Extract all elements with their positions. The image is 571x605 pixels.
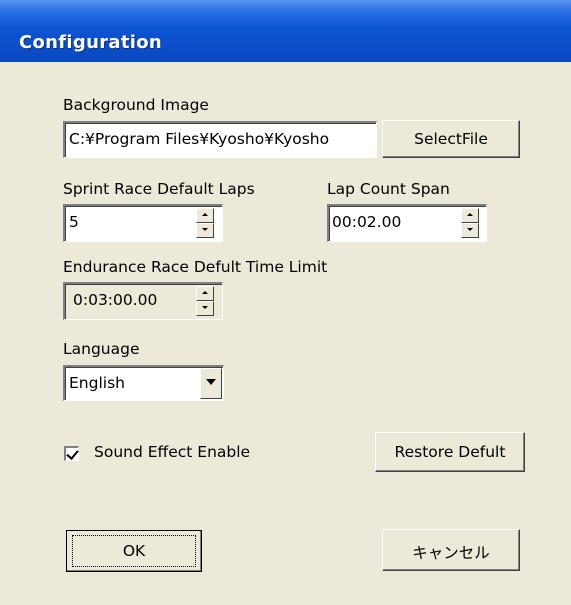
select-file-button-label: SelectFile [414,130,488,148]
ok-button[interactable]: OK [66,530,202,572]
language-label: Language [63,340,140,358]
arrow-up-icon [467,213,473,216]
lap-count-span-up-button[interactable] [461,208,479,223]
cancel-button-label: キャンセル [412,544,490,562]
arrow-down-icon [467,228,473,231]
sprint-laps-label: Sprint Race Default Laps [63,180,255,198]
lap-count-span-down-button[interactable] [461,223,479,238]
arrow-down-icon [202,306,208,309]
arrow-up-icon [202,291,208,294]
endurance-time-label: Endurance Race Defult Time Limit [63,258,328,276]
sprint-laps-spinner[interactable] [196,208,214,238]
sound-effect-label[interactable]: Sound Effect Enable [94,443,250,461]
sprint-laps-up-button[interactable] [196,208,214,223]
endurance-time-value: 0:03:00.00 [73,291,158,309]
language-dropdown-button[interactable] [200,368,222,399]
restore-default-button-label: Restore Defult [394,443,506,461]
sound-effect-checkbox[interactable] [64,446,79,461]
background-image-path-value: C:¥Program Files¥Kyosho¥Kyosho [69,130,330,148]
chevron-down-icon [206,379,216,385]
lap-count-span-label: Lap Count Span [327,180,450,198]
cancel-button[interactable]: キャンセル [382,529,520,571]
arrow-up-icon [202,213,208,216]
title-bar[interactable]: Configuration [0,0,571,62]
restore-default-button[interactable]: Restore Defult [375,432,525,472]
language-selected-value: English [69,374,125,392]
select-file-button[interactable]: SelectFile [382,120,520,158]
sprint-laps-down-button[interactable] [196,223,214,238]
checkmark-icon [66,447,79,460]
endurance-time-down-button[interactable] [196,301,214,316]
language-select[interactable]: English [63,365,224,401]
lap-count-span-value: 00:02.00 [332,213,402,231]
configuration-dialog: Configuration Background Image C:¥Progra… [0,0,571,605]
lap-count-span-spinner[interactable] [461,208,479,238]
endurance-time-up-button[interactable] [196,286,214,301]
sprint-laps-value: 5 [69,213,79,231]
background-image-label: Background Image [63,96,209,114]
background-image-path-field[interactable]: C:¥Program Files¥Kyosho¥Kyosho [63,121,377,158]
arrow-down-icon [202,228,208,231]
endurance-time-spinner[interactable] [196,286,214,316]
ok-button-label: OK [122,542,146,560]
window-title: Configuration [19,32,162,53]
